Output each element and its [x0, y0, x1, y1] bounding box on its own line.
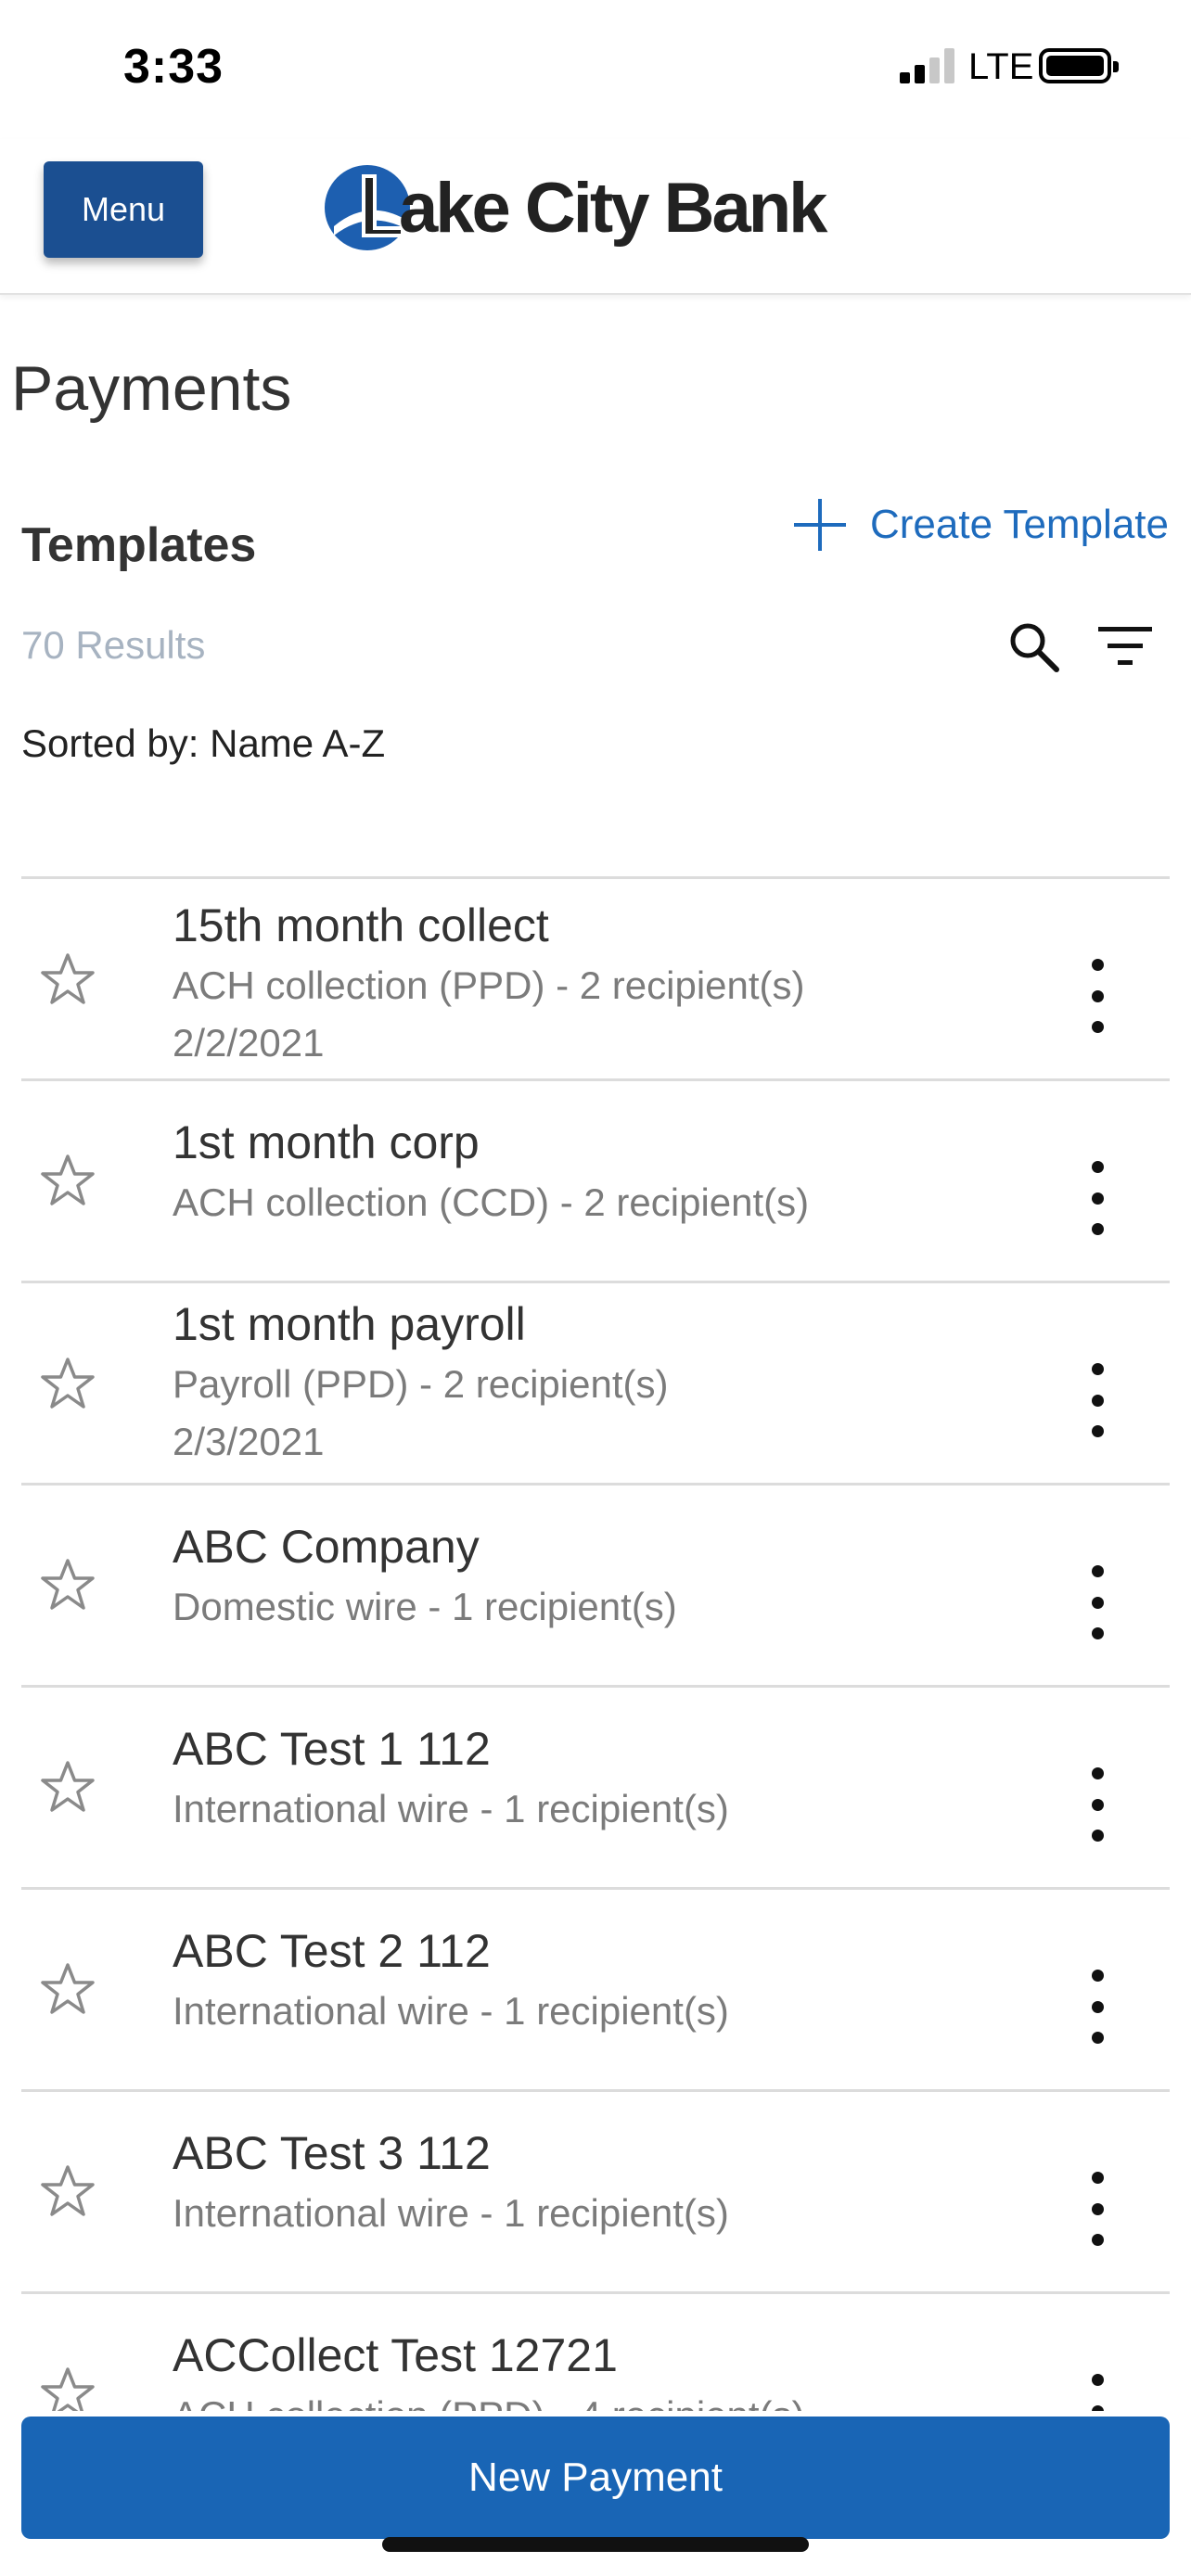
template-name: ACCollect Test 12721 [173, 2329, 618, 2381]
template-name: ABC Test 3 112 [173, 2127, 491, 2179]
star-outline-icon[interactable] [38, 1355, 97, 1414]
more-vertical-icon[interactable] [1079, 1767, 1116, 1842]
template-description: International wire - 1 recipient(s) [173, 1787, 729, 1830]
star-outline-icon[interactable] [38, 1152, 97, 1211]
bank-logo: ake City Bank [321, 161, 840, 254]
more-vertical-icon[interactable] [1079, 2172, 1116, 2246]
app-header: Menu ake City Bank [0, 139, 1191, 295]
template-description: ACH collection (PPD) - 2 recipient(s) [173, 963, 805, 1007]
sort-indicator: Sorted by: Name A-Z [21, 721, 386, 765]
payments-page: 3:33 LTE Menu ake City Bank Payments Tem… [0, 0, 1191, 2576]
list-item[interactable]: ABC Test 1 112 International wire - 1 re… [21, 1685, 1170, 1887]
status-time: 3:33 [123, 40, 224, 94]
more-vertical-icon[interactable] [1079, 1970, 1116, 2044]
create-template-link[interactable]: Create Template [793, 495, 1169, 555]
plus-icon [793, 499, 846, 551]
home-indicator [382, 2537, 809, 2552]
template-name: ABC Test 1 112 [173, 1723, 491, 1775]
template-list: 15th month collect ACH collection (PPD) … [21, 876, 1170, 2493]
star-outline-icon[interactable] [38, 950, 97, 1010]
more-vertical-icon[interactable] [1079, 1565, 1116, 1639]
list-item[interactable]: ABC Test 2 112 International wire - 1 re… [21, 1887, 1170, 2089]
star-outline-icon[interactable] [38, 1758, 97, 1817]
list-item[interactable]: 15th month collect ACH collection (PPD) … [21, 876, 1170, 1078]
results-count: 70 Results [21, 623, 206, 667]
template-description: International wire - 1 recipient(s) [173, 1989, 729, 2033]
template-name: ABC Test 2 112 [173, 1925, 491, 1977]
template-name: 1st month payroll [173, 1298, 526, 1350]
template-description: Payroll (PPD) - 2 recipient(s) [173, 1362, 669, 1406]
template-description: International wire - 1 recipient(s) [173, 2191, 729, 2235]
network-label: LTE [968, 46, 1034, 87]
create-template-label: Create Template [869, 502, 1169, 547]
star-outline-icon[interactable] [38, 1960, 97, 2020]
template-description: ACH collection (CCD) - 2 recipient(s) [173, 1180, 810, 1224]
battery-icon [1039, 48, 1119, 83]
template-description: Domestic wire - 1 recipient(s) [173, 1585, 677, 1628]
filter-icon[interactable] [1096, 623, 1154, 670]
section-title: Templates [21, 518, 257, 572]
list-item[interactable]: 1st month corp ACH collection (CCD) - 2 … [21, 1078, 1170, 1281]
template-date: 2/2/2021 [173, 1021, 325, 1065]
menu-button[interactable]: Menu [44, 161, 203, 258]
status-bar: 3:33 LTE [0, 0, 1191, 139]
template-date: 2/3/2021 [173, 1420, 325, 1463]
signal-icon [900, 48, 955, 83]
template-name: ABC Company [173, 1521, 480, 1573]
list-item[interactable]: 1st month payroll Payroll (PPD) - 2 reci… [21, 1281, 1170, 1483]
list-item[interactable]: ABC Test 3 112 International wire - 1 re… [21, 2089, 1170, 2291]
star-outline-icon[interactable] [38, 1556, 97, 1615]
template-name: 15th month collect [173, 899, 549, 951]
more-vertical-icon[interactable] [1079, 959, 1116, 1033]
new-payment-button[interactable]: New Payment [21, 2417, 1170, 2539]
list-item[interactable]: ABC Company Domestic wire - 1 recipient(… [21, 1483, 1170, 1685]
star-outline-icon[interactable] [38, 2162, 97, 2222]
template-name: 1st month corp [173, 1116, 480, 1168]
bank-logo-text: ake City Bank [399, 168, 827, 248]
search-icon[interactable] [1006, 619, 1062, 675]
page-title: Payments [11, 353, 292, 424]
more-vertical-icon[interactable] [1079, 1161, 1116, 1235]
more-vertical-icon[interactable] [1079, 1363, 1116, 1437]
